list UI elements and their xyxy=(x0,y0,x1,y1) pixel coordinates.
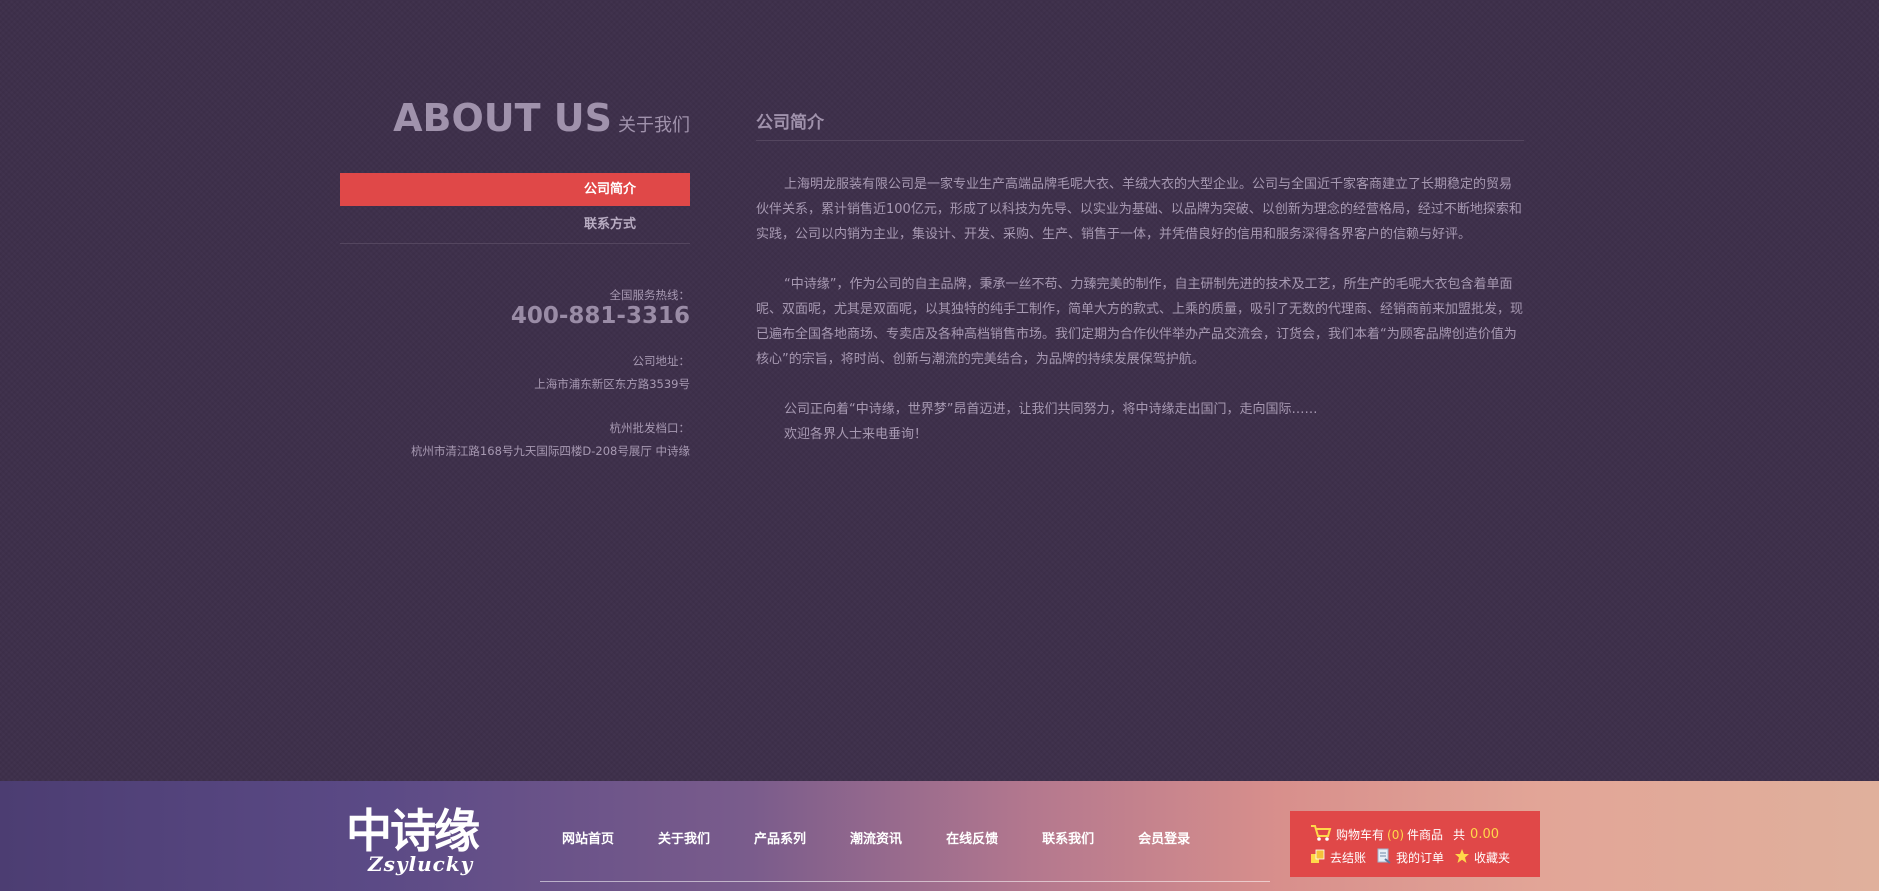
cart-summary: 购物车有 (0) 件商品 共 0.00 xyxy=(1310,824,1499,845)
star-icon xyxy=(1454,848,1470,867)
about-subtitle: 关于我们 xyxy=(618,115,690,136)
content-divider xyxy=(756,140,1524,141)
cart-total-label: 共 xyxy=(1453,828,1466,842)
content-paragraph: “中诗缘”，作为公司的自主品牌，秉承一丝不苟、力臻完美的制作，自主研制先进的技术… xyxy=(756,277,1524,367)
cart-total: 0.00 xyxy=(1470,827,1499,842)
brand-logo[interactable]: 中诗缘 Zsylucky xyxy=(346,804,516,884)
content-title: 公司简介 xyxy=(756,113,824,133)
about-title: ABOUT US xyxy=(393,96,612,140)
logo-english: Zsylucky xyxy=(368,852,474,876)
side-nav-item-contact[interactable]: 联系方式 xyxy=(340,208,690,241)
about-heading: ABOUT US 关于我们 xyxy=(340,96,690,140)
side-nav: 公司简介 联系方式 xyxy=(340,173,690,244)
nav-products[interactable]: 产品系列 xyxy=(754,828,806,847)
cart-panel: 购物车有 (0) 件商品 共 0.00 去结账 我的订单 收藏夹 xyxy=(1290,811,1540,877)
hangzhou-value: 杭州市清江路168号九天国际四楼D-208号展厅 中诗缘 xyxy=(410,444,690,458)
orders-link[interactable]: 我的订单 xyxy=(1396,849,1444,866)
content-body: 上海明龙服装有限公司是一家专业生产高端品牌毛呢大衣、羊绒大衣的大型企业。公司与全… xyxy=(756,172,1524,472)
nav-trends[interactable]: 潮流资讯 xyxy=(850,828,902,847)
hotline-label: 全国服务热线： xyxy=(609,288,691,302)
nav-home[interactable]: 网站首页 xyxy=(562,828,614,847)
cart-actions: 去结账 我的订单 收藏夹 xyxy=(1310,848,1510,867)
cart-count: (0) xyxy=(1387,827,1405,842)
hotline-number: 400-881-3316 xyxy=(510,303,690,329)
checkout-link[interactable]: 去结账 xyxy=(1330,849,1366,866)
orders-icon xyxy=(1376,848,1392,867)
side-nav-divider xyxy=(340,243,690,244)
address-label: 公司地址： xyxy=(632,354,691,368)
nav-contact[interactable]: 联系我们 xyxy=(1042,828,1094,847)
content-paragraph: 上海明龙服装有限公司是一家专业生产高端品牌毛呢大衣、羊绒大衣的大型企业。公司与全… xyxy=(756,177,1522,242)
side-nav-item-company-intro[interactable]: 公司简介 xyxy=(340,173,690,206)
hangzhou-label: 杭州批发档口： xyxy=(609,421,691,435)
cart-unit: 件商品 xyxy=(1407,828,1444,842)
logo-chinese: 中诗缘 xyxy=(346,804,480,858)
content-paragraph: 欢迎各界人士来电垂询！ xyxy=(784,427,928,442)
nav-about[interactable]: 关于我们 xyxy=(658,828,710,847)
content-paragraph: 公司正向着“中诗缘，世界梦”昂首迈进，让我们共同努力，将中诗缘走出国门，走向国际… xyxy=(784,402,1318,417)
favorites-link[interactable]: 收藏夹 xyxy=(1474,849,1510,866)
main-nav: 网站首页 关于我们 产品系列 潮流资讯 在线反馈 联系我们 会员登录 xyxy=(562,828,1234,847)
nav-login[interactable]: 会员登录 xyxy=(1138,828,1190,847)
address-value: 上海市浦东新区东方路3539号 xyxy=(534,377,690,391)
checkout-icon xyxy=(1310,848,1326,867)
shopping-cart-icon[interactable] xyxy=(1310,824,1332,845)
nav-feedback[interactable]: 在线反馈 xyxy=(946,828,998,847)
cart-label[interactable]: 购物车有 xyxy=(1336,826,1384,843)
